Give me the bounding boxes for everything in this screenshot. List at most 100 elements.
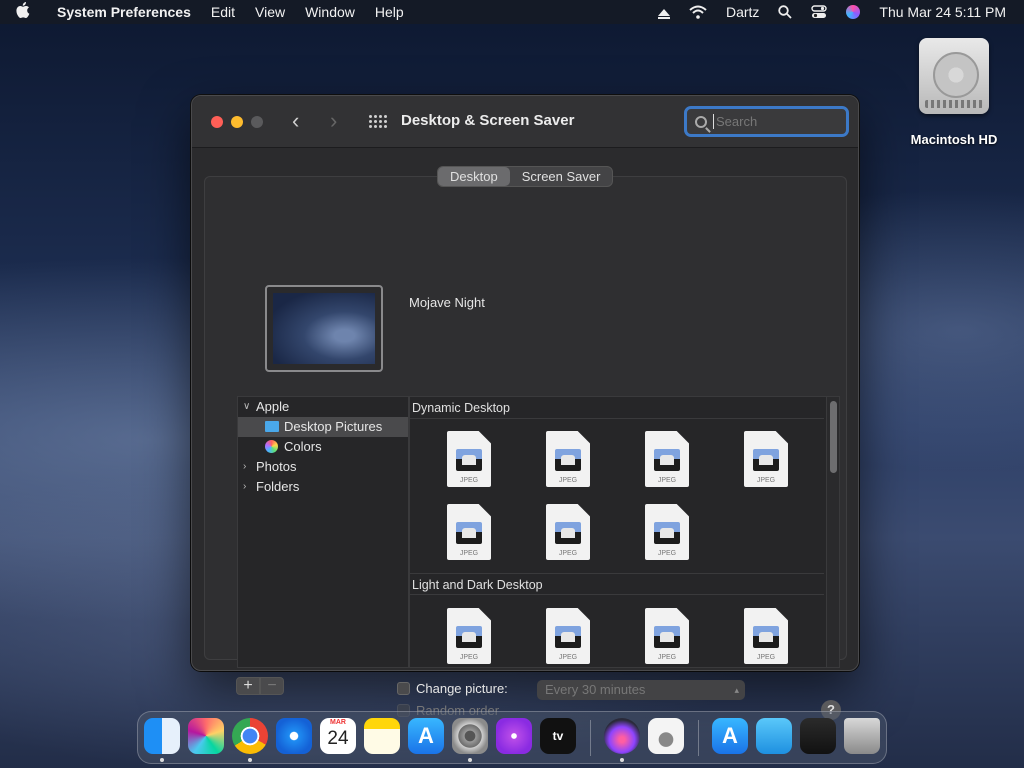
- sidebar-item-colors[interactable]: Colors: [238, 437, 408, 457]
- sidebar-item-desktop-pictures[interactable]: Desktop Pictures: [238, 417, 408, 437]
- apple-menu-icon[interactable]: [0, 2, 46, 22]
- sidebar-item-label: Desktop Pictures: [284, 419, 383, 434]
- menu-view[interactable]: View: [245, 0, 295, 24]
- wallpaper-name: Mojave Night: [409, 295, 485, 310]
- jpeg-file-icon: JPEG: [546, 608, 590, 664]
- menu-edit[interactable]: Edit: [201, 0, 245, 24]
- section-header-light-dark: Light and Dark Desktop: [410, 573, 824, 595]
- forward-chevron-icon[interactable]: ›: [330, 110, 337, 132]
- wallpaper-thumbnail[interactable]: JPEG: [644, 431, 690, 489]
- change-picture-label: Change picture:: [416, 681, 508, 696]
- notes-icon[interactable]: [364, 718, 400, 754]
- menu-window[interactable]: Window: [295, 0, 365, 24]
- sidebar-item-label: Colors: [284, 439, 322, 454]
- interval-popup[interactable]: Every 30 minutes ▴: [537, 680, 745, 700]
- search-input[interactable]: [713, 114, 831, 129]
- launchpad-icon[interactable]: [188, 718, 224, 754]
- safari-icon[interactable]: [276, 718, 312, 754]
- app-store-icon[interactable]: A: [408, 718, 444, 754]
- source-list: ∨ Apple Desktop Pictures Colors › Photos…: [237, 396, 409, 668]
- wallpaper-thumbnail[interactable]: JPEG: [644, 608, 690, 666]
- menu-user[interactable]: Dartz: [726, 4, 759, 20]
- close-button[interactable]: [211, 116, 223, 128]
- wallpaper-thumbnail[interactable]: JPEG: [743, 431, 789, 489]
- desktop-screensaver-window: ‹ › Desktop & Screen Saver Desktop Scree…: [191, 95, 859, 720]
- scrollbar-thumb[interactable]: [830, 401, 837, 473]
- folder-icon: [265, 421, 279, 432]
- minimize-button[interactable]: [231, 116, 243, 128]
- content-panel: Mojave Night ∨ Apple Desktop Pictures Co…: [204, 176, 847, 720]
- color-wheel-icon: [265, 440, 278, 453]
- file-type-label: JPEG: [657, 550, 677, 557]
- wallpaper-thumbnail[interactable]: JPEG: [545, 504, 591, 562]
- wallpaper-thumbnail[interactable]: JPEG: [446, 431, 492, 489]
- show-all-grid-icon[interactable]: [369, 115, 387, 129]
- finder-icon[interactable]: [144, 718, 180, 754]
- file-type-label: JPEG: [756, 477, 776, 484]
- chevron-right-icon[interactable]: ›: [243, 457, 246, 477]
- spotlight-icon[interactable]: [778, 5, 793, 19]
- file-type-label: JPEG: [459, 477, 479, 484]
- tab-desktop[interactable]: Desktop: [438, 167, 510, 186]
- tab-control: Desktop Screen Saver: [437, 166, 614, 187]
- chevron-down-icon[interactable]: ∨: [243, 397, 250, 417]
- file-type-label: JPEG: [657, 654, 677, 661]
- chevron-right-icon[interactable]: ›: [243, 477, 246, 497]
- file-type-label: JPEG: [657, 477, 677, 484]
- wallpaper-thumbnail[interactable]: JPEG: [446, 504, 492, 562]
- gallery-scrollbar[interactable]: [826, 397, 839, 667]
- chrome-icon[interactable]: [232, 718, 268, 754]
- jpeg-file-icon: JPEG: [447, 504, 491, 560]
- back-chevron-icon[interactable]: ‹: [292, 110, 299, 132]
- disk-utility-icon[interactable]: [648, 718, 684, 754]
- jpeg-file-icon: JPEG: [447, 431, 491, 487]
- sidebar-item-folders[interactable]: › Folders: [238, 477, 408, 497]
- apple-tv-icon[interactable]: tv: [540, 718, 576, 754]
- eject-icon[interactable]: [657, 8, 670, 19]
- file-type-label: JPEG: [558, 550, 578, 557]
- jpeg-file-icon: JPEG: [546, 504, 590, 560]
- podcasts-icon[interactable]: [496, 718, 532, 754]
- menu-bar: System Preferences Edit View Window Help…: [0, 0, 1024, 24]
- zoom-button[interactable]: [251, 116, 263, 128]
- change-picture-checkbox[interactable]: [397, 682, 410, 695]
- menu-app-name[interactable]: System Preferences: [46, 0, 201, 24]
- system-preferences-icon[interactable]: [452, 718, 488, 754]
- control-center-icon[interactable]: [811, 5, 828, 19]
- calendar-icon[interactable]: MAR 24: [320, 718, 356, 754]
- interval-value: Every 30 minutes: [545, 682, 646, 697]
- jpeg-file-icon: JPEG: [447, 608, 491, 664]
- menu-datetime[interactable]: Thu Mar 24 5:11 PM: [879, 4, 1006, 20]
- sidebar-item-label: Photos: [256, 459, 297, 474]
- add-remove-buttons: + −: [236, 677, 284, 695]
- menu-help[interactable]: Help: [365, 0, 414, 24]
- wallpaper-thumbnail[interactable]: JPEG: [644, 504, 690, 562]
- search-icon: [695, 115, 707, 128]
- file-type-label: JPEG: [558, 654, 578, 661]
- jpeg-file-icon: JPEG: [744, 608, 788, 664]
- utilities-stack-icon[interactable]: [800, 718, 836, 754]
- macintosh-hd-desktop-icon[interactable]: Macintosh HD: [902, 38, 1006, 147]
- tab-screen-saver[interactable]: Screen Saver: [510, 167, 613, 186]
- installer-icon[interactable]: [604, 718, 640, 754]
- jpeg-file-icon: JPEG: [546, 431, 590, 487]
- search-field[interactable]: [684, 106, 849, 137]
- wallpaper-thumbnail[interactable]: JPEG: [743, 608, 789, 666]
- app-store-folder-icon[interactable]: A: [712, 718, 748, 754]
- jpeg-file-icon: JPEG: [744, 431, 788, 487]
- downloads-folder-icon[interactable]: [756, 718, 792, 754]
- wifi-icon[interactable]: [689, 5, 707, 19]
- sidebar-item-label: Folders: [256, 479, 300, 494]
- sidebar-item-apple[interactable]: ∨ Apple: [238, 397, 408, 417]
- wallpaper-thumbnail[interactable]: JPEG: [446, 608, 492, 666]
- add-folder-button[interactable]: +: [236, 677, 260, 695]
- siri-icon[interactable]: [846, 5, 861, 19]
- wallpaper-thumbnail[interactable]: JPEG: [545, 431, 591, 489]
- wallpaper-thumbnail[interactable]: JPEG: [545, 608, 591, 666]
- trash-icon[interactable]: [844, 718, 880, 754]
- jpeg-file-icon: JPEG: [645, 608, 689, 664]
- file-type-label: JPEG: [558, 477, 578, 484]
- sidebar-item-photos[interactable]: › Photos: [238, 457, 408, 477]
- remove-folder-button[interactable]: −: [260, 677, 284, 695]
- hard-disk-icon[interactable]: [919, 38, 989, 114]
